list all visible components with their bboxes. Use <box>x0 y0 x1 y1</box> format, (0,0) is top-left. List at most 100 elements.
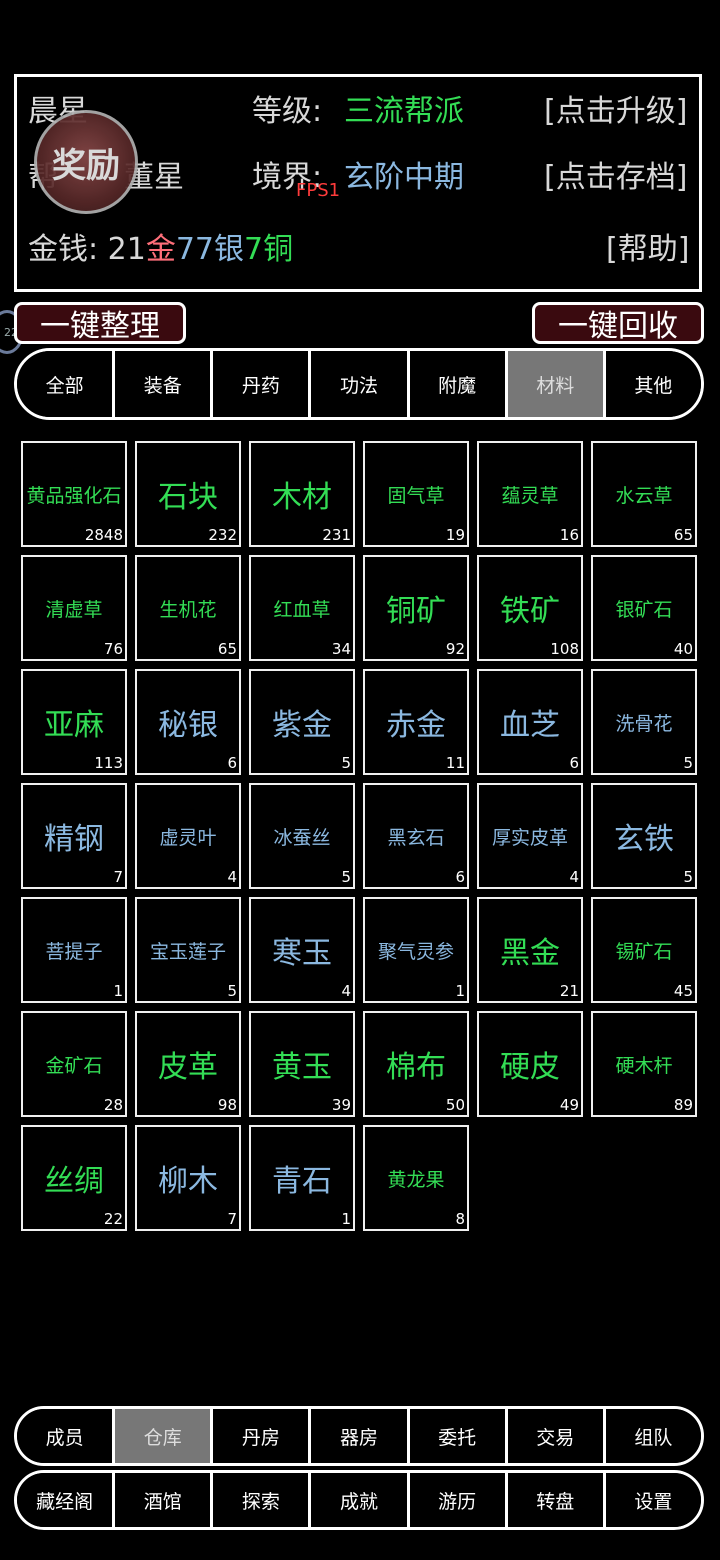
save-button[interactable]: [点击存档] <box>544 152 687 196</box>
item-count: 232 <box>208 526 237 544</box>
inventory-slot[interactable]: 厚实皮革 4 <box>477 783 583 889</box>
nav-tab-2[interactable]: 探索 <box>210 1473 309 1527</box>
item-name: 黑玄石 <box>387 826 445 849</box>
nav-tab-0[interactable]: 藏经阁 <box>17 1473 113 1527</box>
item-name: 皮革 <box>158 1050 218 1085</box>
inventory-slot[interactable]: 红血草 34 <box>249 555 355 661</box>
nav-tab-label: 酒馆 <box>143 1490 182 1513</box>
inventory-slot[interactable]: 黑玄石 6 <box>363 783 469 889</box>
item-count: 50 <box>445 1096 465 1114</box>
nav-tab-0[interactable]: 成员 <box>17 1409 113 1463</box>
nav-tab-4[interactable]: 委托 <box>406 1409 505 1463</box>
item-name: 亚麻 <box>44 708 104 743</box>
nav-tab-4[interactable]: 游历 <box>406 1473 505 1527</box>
inventory-slot[interactable]: 宝玉莲子 5 <box>135 897 241 1003</box>
item-count: 7 <box>227 1210 237 1228</box>
item-count: 21 <box>559 982 579 1000</box>
inventory-slot[interactable]: 菩提子 1 <box>21 897 127 1003</box>
inventory-slot[interactable]: 虚灵叶 4 <box>135 783 241 889</box>
recycle-all-button[interactable]: 一键回收 <box>532 302 704 344</box>
inventory-slot[interactable]: 秘银 6 <box>135 669 241 775</box>
realm-value: 玄阶中期 <box>344 160 464 195</box>
inventory-slot[interactable]: 黑金 21 <box>477 897 583 1003</box>
help-button[interactable]: [帮助] <box>606 224 689 268</box>
nav-tab-1[interactable]: 酒馆 <box>112 1473 211 1527</box>
inventory-slot[interactable]: 硬皮 49 <box>477 1011 583 1117</box>
inventory-slot[interactable]: 黄龙果 8 <box>363 1125 469 1231</box>
reward-badge-button[interactable]: 奖励 <box>34 110 138 214</box>
inventory-slot[interactable]: 丝绸 22 <box>21 1125 127 1231</box>
inventory-slot[interactable]: 生机花 65 <box>135 555 241 661</box>
inventory-slot[interactable]: 皮革 98 <box>135 1011 241 1117</box>
money-copper: 7 <box>244 232 264 267</box>
item-count: 1 <box>113 982 123 1000</box>
inventory-slot[interactable]: 固气草 19 <box>363 441 469 547</box>
item-count: 1 <box>455 982 465 1000</box>
item-name: 厚实皮革 <box>491 826 568 849</box>
category-tab-6[interactable]: 其他 <box>602 351 701 417</box>
nav-tab-label: 组队 <box>634 1426 673 1449</box>
inventory-slot[interactable]: 硬木杆 89 <box>591 1011 697 1117</box>
item-count: 28 <box>103 1096 123 1114</box>
inventory-slot[interactable]: 铁矿 108 <box>477 555 583 661</box>
item-name: 血芝 <box>500 708 560 743</box>
item-name: 黄品强化石 <box>26 484 122 507</box>
inventory-slot[interactable]: 赤金 11 <box>363 669 469 775</box>
item-count: 45 <box>673 982 693 1000</box>
item-count: 39 <box>331 1096 351 1114</box>
inventory-slot[interactable]: 玄铁 5 <box>591 783 697 889</box>
nav-tab-3[interactable]: 成就 <box>308 1473 407 1527</box>
category-tab-4[interactable]: 附魔 <box>406 351 505 417</box>
inventory-slot[interactable]: 金矿石 28 <box>21 1011 127 1117</box>
category-tab-2[interactable]: 丹药 <box>210 351 309 417</box>
inventory-slot[interactable]: 石块 232 <box>135 441 241 547</box>
category-tab-1[interactable]: 装备 <box>112 351 211 417</box>
inventory-slot[interactable]: 青石 1 <box>249 1125 355 1231</box>
category-tab-5[interactable]: 材料 <box>504 351 603 417</box>
item-name: 水云草 <box>615 484 673 507</box>
nav-tab-label: 丹房 <box>241 1426 280 1449</box>
item-count: 5 <box>341 868 351 886</box>
category-tab-3[interactable]: 功法 <box>308 351 407 417</box>
game-screen: 晨星 等级: 三流帮派 [点击升级] 帮 董星 境界: 玄阶中期 [点击存档] … <box>0 0 720 1560</box>
sort-all-button[interactable]: 一键整理 <box>14 302 186 344</box>
nav-tab-label: 探索 <box>241 1490 280 1513</box>
inventory-slot[interactable]: 锡矿石 45 <box>591 897 697 1003</box>
inventory-slot[interactable]: 铜矿 92 <box>363 555 469 661</box>
nav-tab-2[interactable]: 丹房 <box>210 1409 309 1463</box>
item-name: 玄铁 <box>614 822 674 857</box>
item-name: 锡矿石 <box>615 940 673 963</box>
item-name: 青石 <box>272 1164 332 1199</box>
inventory-slot[interactable]: 黄玉 39 <box>249 1011 355 1117</box>
item-count: 113 <box>94 754 123 772</box>
item-name: 金矿石 <box>45 1054 103 1077</box>
inventory-slot[interactable]: 精钢 7 <box>21 783 127 889</box>
category-tab-label: 功法 <box>339 374 378 397</box>
inventory-slot[interactable]: 水云草 65 <box>591 441 697 547</box>
item-name: 硬皮 <box>500 1050 560 1085</box>
inventory-slot[interactable]: 清虚草 76 <box>21 555 127 661</box>
inventory-slot[interactable]: 血芝 6 <box>477 669 583 775</box>
inventory-slot[interactable]: 亚麻 113 <box>21 669 127 775</box>
inventory-slot[interactable]: 银矿石 40 <box>591 555 697 661</box>
inventory-slot[interactable]: 柳木 7 <box>135 1125 241 1231</box>
inventory-slot[interactable]: 冰蚕丝 5 <box>249 783 355 889</box>
category-tab-0[interactable]: 全部 <box>17 351 113 417</box>
inventory-slot[interactable]: 蕴灵草 16 <box>477 441 583 547</box>
inventory-slot[interactable]: 洗骨花 5 <box>591 669 697 775</box>
inventory-slot[interactable]: 黄品强化石 2848 <box>21 441 127 547</box>
nav-tab-6[interactable]: 设置 <box>602 1473 701 1527</box>
inventory-slot[interactable]: 棉布 50 <box>363 1011 469 1117</box>
inventory-slot[interactable]: 紫金 5 <box>249 669 355 775</box>
nav-tab-6[interactable]: 组队 <box>602 1409 701 1463</box>
item-name: 紫金 <box>272 708 332 743</box>
inventory-slot[interactable]: 木材 231 <box>249 441 355 547</box>
nav-tab-5[interactable]: 转盘 <box>504 1473 603 1527</box>
nav-tab-1[interactable]: 仓库 <box>112 1409 211 1463</box>
nav-tab-3[interactable]: 器房 <box>308 1409 407 1463</box>
inventory-slot[interactable]: 聚气灵参 1 <box>363 897 469 1003</box>
inventory-slot[interactable]: 寒玉 4 <box>249 897 355 1003</box>
nav-tab-5[interactable]: 交易 <box>504 1409 603 1463</box>
item-count: 4 <box>569 868 579 886</box>
upgrade-button[interactable]: [点击升级] <box>544 86 687 130</box>
